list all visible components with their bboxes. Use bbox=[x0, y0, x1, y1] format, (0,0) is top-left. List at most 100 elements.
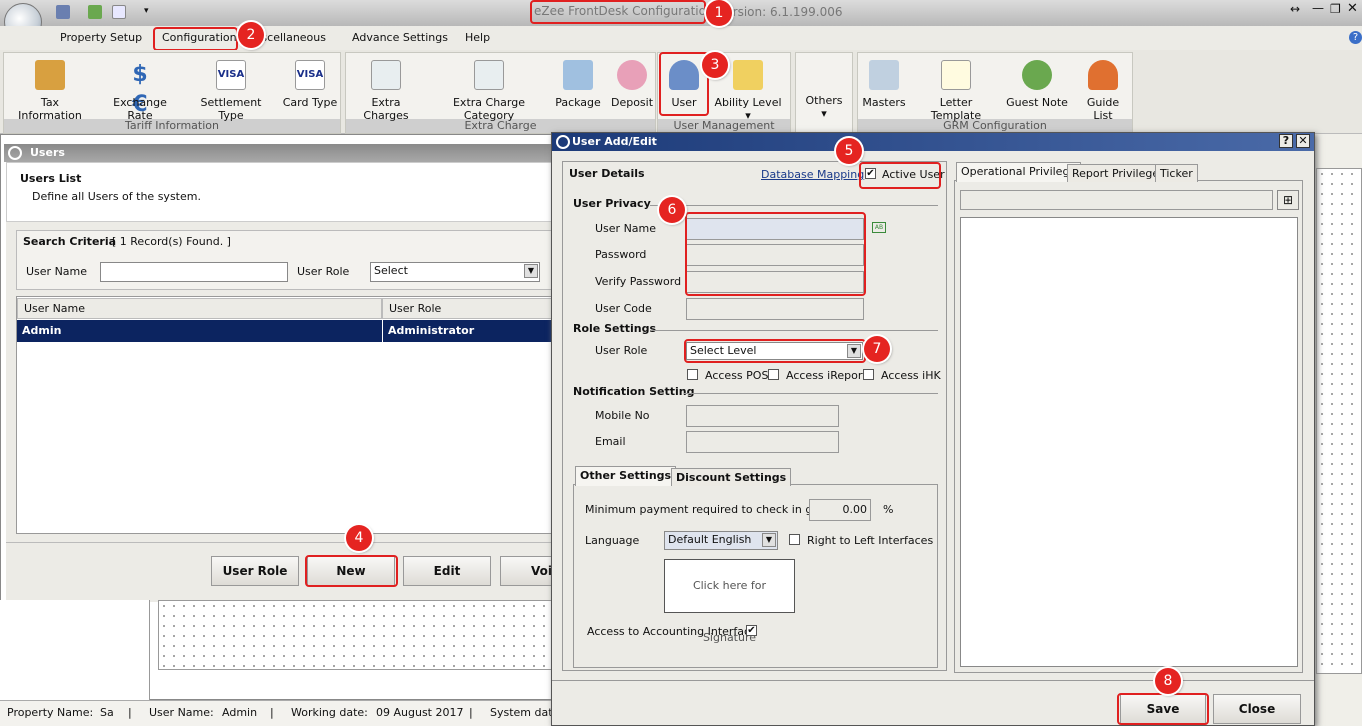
min-payment-input[interactable]: 0.00 bbox=[809, 499, 871, 521]
tab-ticker[interactable]: Ticker bbox=[1155, 164, 1198, 182]
privacy-highlight bbox=[685, 212, 866, 296]
dotted-canvas-right bbox=[1316, 168, 1362, 674]
dialog-footer-divider bbox=[552, 680, 1314, 681]
binoculars-icon[interactable]: ⊞ bbox=[1277, 190, 1299, 210]
help-icon[interactable]: ? bbox=[1279, 134, 1293, 148]
chevron-down-icon: ▼ bbox=[524, 264, 538, 278]
configuration-highlight bbox=[153, 27, 238, 51]
access-ireport-label: Access iReport bbox=[786, 369, 867, 382]
notification-divider bbox=[684, 393, 938, 394]
accounting-checkbox[interactable]: ✔ bbox=[746, 625, 757, 636]
status-user-label: User Name: bbox=[149, 706, 214, 719]
tools-quick-icon[interactable] bbox=[88, 5, 102, 19]
signature-box[interactable]: Click here for Signature bbox=[664, 559, 795, 644]
guest-note-button[interactable]: Guest Note bbox=[1006, 60, 1068, 109]
step-badge: 2 bbox=[238, 22, 264, 48]
tax-information-button[interactable]: Tax Information bbox=[8, 60, 92, 122]
min-payment-label: Minimum payment required to check in gue… bbox=[585, 503, 837, 516]
close-window-icon[interactable]: ✕ bbox=[1347, 1, 1358, 16]
users-title-bar: Users bbox=[4, 144, 560, 162]
mobile-input[interactable] bbox=[686, 405, 839, 427]
ezee-logo-icon bbox=[556, 135, 570, 149]
piggy-bank-icon bbox=[617, 60, 647, 90]
user-role-label: User Role bbox=[595, 344, 648, 357]
working-date-label: Working date: bbox=[291, 706, 368, 719]
settlement-type-button[interactable]: VISA Settlement Type bbox=[188, 60, 274, 122]
access-ireport-checkbox[interactable] bbox=[768, 369, 779, 380]
window-title: eZee FrontDesk Configuration bbox=[534, 4, 714, 18]
tab-other-settings[interactable]: Other Settings bbox=[575, 466, 677, 486]
language-select[interactable]: Default English ▼ bbox=[664, 531, 778, 550]
dialog-title: User Add/Edit bbox=[552, 133, 1314, 151]
tab-discount-settings[interactable]: Discount Settings bbox=[671, 468, 792, 486]
guide-icon bbox=[1088, 60, 1118, 90]
guests-icon bbox=[1022, 60, 1052, 90]
menu-property-setup[interactable]: Property Setup bbox=[60, 31, 142, 44]
user-quick-icon[interactable] bbox=[56, 5, 70, 19]
access-ihk-checkbox[interactable] bbox=[863, 369, 874, 380]
privilege-search-input[interactable] bbox=[960, 190, 1273, 210]
cell-username: Admin bbox=[22, 324, 62, 337]
email-input[interactable] bbox=[686, 431, 839, 453]
menu-help[interactable]: Help bbox=[465, 31, 490, 44]
email-label: Email bbox=[595, 435, 626, 448]
document-list-icon bbox=[474, 60, 504, 90]
accounting-label: Access to Accounting Interface bbox=[587, 625, 757, 638]
access-pos-checkbox[interactable] bbox=[687, 369, 698, 380]
edit-button[interactable]: Edit bbox=[403, 556, 491, 586]
status-bar: Property Name: Sa | User Name: Admin | W… bbox=[0, 700, 560, 726]
user-role-button[interactable]: User Role bbox=[211, 556, 299, 586]
step-badge: 5 bbox=[836, 138, 862, 164]
chevron-down-icon: ▼ bbox=[762, 533, 776, 547]
tab-operational-privilege[interactable]: Operational Privilege bbox=[956, 162, 1082, 182]
extra-charge-category-button[interactable]: Extra Charge Category bbox=[432, 60, 546, 122]
package-button[interactable]: Package bbox=[554, 60, 602, 109]
others-button[interactable]: Others ▾ bbox=[798, 94, 850, 120]
group-others bbox=[795, 52, 853, 134]
search-username-input[interactable] bbox=[100, 262, 288, 282]
privilege-tree[interactable] bbox=[960, 217, 1298, 667]
username-label: User Name bbox=[595, 222, 657, 235]
deposit-button[interactable]: Deposit bbox=[610, 60, 654, 109]
tab-report-privilege[interactable]: Report Privilege bbox=[1067, 164, 1165, 182]
card-type-button[interactable]: VISA Card Type bbox=[282, 60, 338, 109]
letter-template-button[interactable]: Letter Template bbox=[914, 60, 998, 122]
report-quick-icon[interactable] bbox=[112, 5, 126, 19]
rtl-checkbox[interactable] bbox=[789, 534, 800, 545]
exchange-rate-button[interactable]: $€ Exchange Rate bbox=[100, 60, 180, 122]
user-code-label: User Code bbox=[595, 302, 652, 315]
keyboard-icon[interactable]: AB bbox=[872, 222, 886, 233]
property-label: Property Name: bbox=[7, 706, 94, 719]
user-details-title: User Details bbox=[569, 167, 645, 180]
quick-access-dropdown-icon[interactable]: ▾ bbox=[144, 6, 149, 16]
col-header-userrole[interactable]: User Role bbox=[382, 298, 560, 319]
status-user-value: Admin bbox=[222, 706, 258, 719]
guide-list-button[interactable]: Guide List bbox=[1076, 60, 1130, 122]
currency-icon: $€ bbox=[132, 62, 148, 117]
restore-icon[interactable]: ❐ bbox=[1330, 2, 1341, 16]
letter-pen-icon bbox=[941, 60, 971, 90]
menu-miscellaneous[interactable]: Miscellaneous bbox=[258, 31, 326, 44]
minimize-icon[interactable]: — bbox=[1312, 1, 1324, 15]
user-privacy-title: User Privacy bbox=[573, 197, 651, 210]
tax-chart-icon bbox=[35, 60, 65, 90]
working-date-value: 09 August 2017 bbox=[376, 706, 464, 719]
resize-icon[interactable]: ↔ bbox=[1290, 2, 1300, 16]
search-userrole-select[interactable]: Select ▼ bbox=[370, 262, 540, 282]
masters-icon bbox=[869, 60, 899, 90]
close-icon[interactable]: ✕ bbox=[1296, 134, 1310, 148]
help-icon[interactable]: ? bbox=[1349, 31, 1362, 44]
menu-advance-settings[interactable]: Advance Settings bbox=[352, 31, 448, 44]
col-header-username[interactable]: User Name bbox=[17, 298, 382, 319]
ezee-logo-icon bbox=[8, 146, 22, 160]
role-settings-title: Role Settings bbox=[573, 322, 657, 335]
users-list-desc: Define all Users of the system. bbox=[32, 190, 201, 203]
close-button[interactable]: Close bbox=[1213, 694, 1301, 724]
user-code-input[interactable] bbox=[686, 298, 864, 320]
database-mapping-link[interactable]: Database Mapping bbox=[761, 168, 864, 181]
table-row[interactable]: Admin Administrator bbox=[17, 320, 560, 342]
percent-label: % bbox=[883, 503, 894, 516]
step-badge: 4 bbox=[346, 525, 372, 551]
extra-charges-button[interactable]: Extra Charges bbox=[350, 60, 422, 122]
masters-button[interactable]: Masters bbox=[862, 60, 906, 109]
